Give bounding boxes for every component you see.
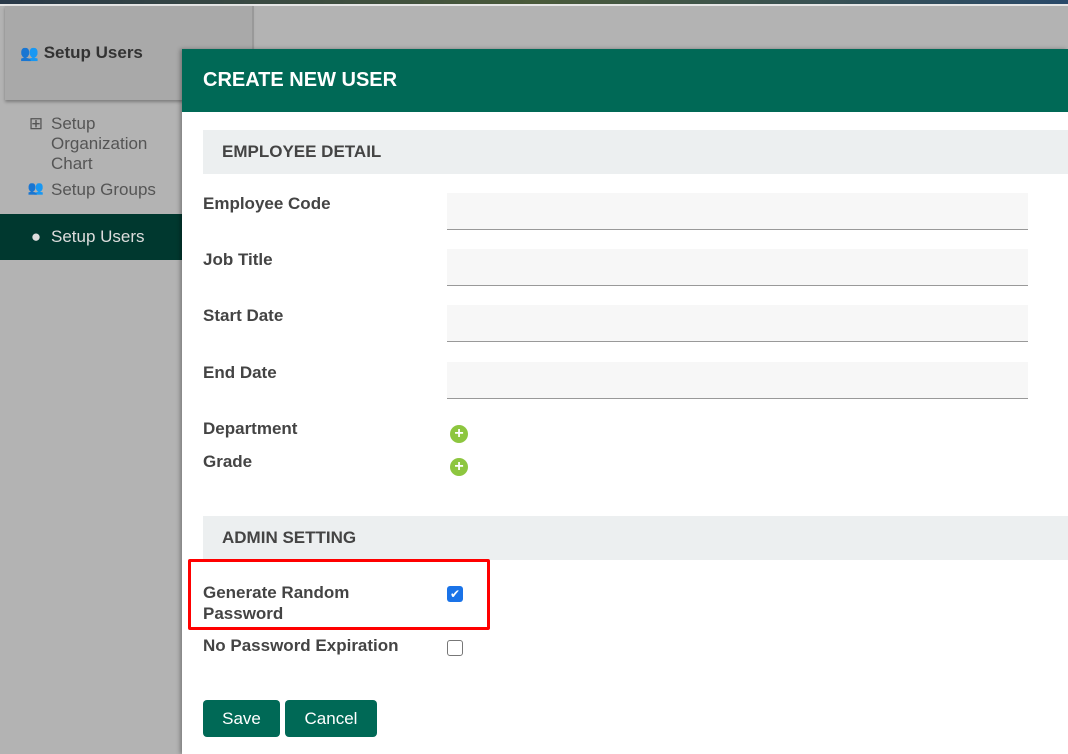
sidebar-nav: ⊞ Setup Organization Chart 👥 Setup Groups … xyxy=(0,102,182,260)
employee-code-label: Employee Code xyxy=(203,194,331,213)
sidebar-item-org-chart[interactable]: ⊞ Setup Organization Chart xyxy=(0,102,182,173)
department-label: Department xyxy=(203,419,298,438)
job-title-label: Job Title xyxy=(203,250,273,269)
create-user-modal: CREATE NEW USER EMPLOYEE DETAIL Employee… xyxy=(182,49,1068,754)
no-password-expiration-label: No Password Expiration xyxy=(203,636,399,655)
add-department-icon[interactable]: + xyxy=(450,425,468,443)
user-icon: ● xyxy=(30,227,42,246)
add-grade-icon[interactable]: + xyxy=(450,458,468,476)
employee-code-input[interactable] xyxy=(447,193,1028,230)
sidebar-item-groups[interactable]: 👥 Setup Groups xyxy=(0,168,182,214)
start-date-label: Start Date xyxy=(203,306,284,325)
end-date-label: End Date xyxy=(203,363,277,382)
job-title-input[interactable] xyxy=(447,249,1028,286)
grade-label: Grade xyxy=(203,452,253,471)
sidebar-item-users[interactable]: ● Setup Users xyxy=(0,214,182,260)
users-icon: 👥 xyxy=(20,45,39,62)
divider xyxy=(252,6,254,50)
no-password-expiration-checkbox[interactable] xyxy=(447,640,463,656)
start-date-input[interactable] xyxy=(447,305,1028,342)
modal-title: CREATE NEW USER xyxy=(182,49,1068,112)
admin-setting-section: ADMIN SETTING xyxy=(203,516,1068,560)
highlight-box xyxy=(188,559,490,630)
employee-detail-section: EMPLOYEE DETAIL xyxy=(203,130,1068,174)
sitemap-icon: ⊞ xyxy=(28,114,44,133)
end-date-input[interactable] xyxy=(447,362,1028,399)
users-icon: 👥 xyxy=(27,180,45,195)
save-button[interactable]: Save xyxy=(203,700,280,737)
cancel-button[interactable]: Cancel xyxy=(285,700,377,737)
